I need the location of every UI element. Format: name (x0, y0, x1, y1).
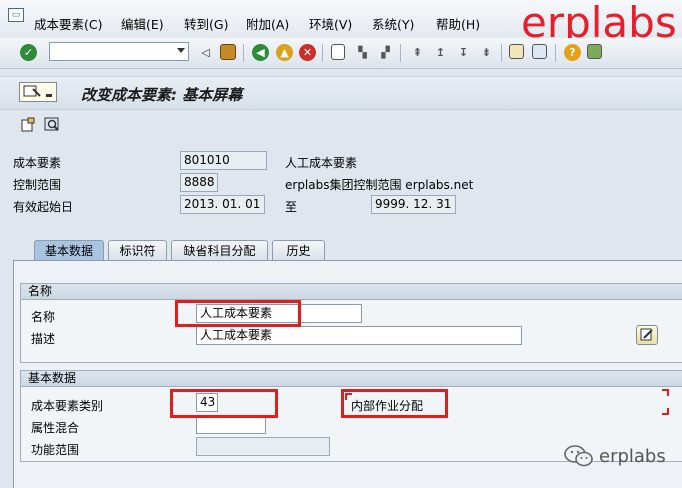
valid-to-field: 9999. 12. 31 (371, 195, 456, 214)
menu-help[interactable]: 帮助(H) (436, 14, 480, 33)
display-change-icon[interactable] (19, 82, 57, 102)
menu-environment[interactable]: 环境(V) (309, 14, 352, 33)
toolbar-separator (400, 44, 401, 62)
toolbar-separator (322, 44, 323, 62)
cost-element-desc: 人工成本要素 (285, 156, 358, 170)
help-icon[interactable]: ? (564, 44, 581, 61)
tab-default-account-assignment[interactable]: 缺省科目分配 (171, 240, 268, 260)
menu-goto[interactable]: 转到(G) (184, 14, 228, 33)
attribute-mix-label: 属性混合 (31, 421, 80, 435)
tab-basic-data[interactable]: 基本数据 (34, 240, 104, 261)
exit-icon[interactable]: ▲ (276, 44, 293, 61)
menu-extras[interactable]: 附加(A) (246, 14, 289, 33)
tab-indicators[interactable]: 标识符 (108, 240, 167, 260)
menu-edit[interactable]: 编辑(E) (121, 14, 164, 33)
names-group: 名称 (20, 283, 682, 363)
shortcut-icon[interactable] (532, 44, 547, 59)
page-title: 改变成本要素: 基本屏幕 (81, 86, 243, 104)
functional-area-label: 功能范围 (31, 443, 80, 457)
valid-to-label: 至 (285, 200, 298, 214)
find-next-icon[interactable]: ▞ (377, 44, 394, 61)
toolbar-separator (243, 44, 244, 62)
cost-element-label: 成本要素 (13, 156, 62, 170)
basic-data-group-title: 基本数据 (21, 371, 682, 387)
save-icon[interactable] (220, 44, 236, 60)
description-label: 描述 (31, 332, 56, 346)
command-field[interactable] (49, 42, 189, 61)
first-page-icon[interactable]: ⇞ (409, 44, 426, 61)
system-menu-icon[interactable]: ▭ (8, 8, 24, 22)
wechat-logo-icon (563, 443, 595, 469)
functional-area-input[interactable] (196, 437, 330, 456)
highlight-box-name (175, 300, 301, 327)
controlling-area-desc: erplabs集团控制范围 erplabs.net (285, 178, 474, 192)
valid-from-label: 有效起始日 (13, 200, 74, 214)
menu-bar: ▭ 成本要素(C) 编辑(E) 转到(G) 附加(A) 环境(V) 系统(Y) … (0, 0, 682, 47)
layout-menu-icon[interactable] (587, 44, 602, 59)
previous-page-icon[interactable]: ↥ (432, 44, 449, 61)
title-bar: 改变成本要素: 基本屏幕 (0, 76, 682, 110)
bracket-mark (662, 389, 669, 396)
print-icon[interactable] (331, 44, 345, 60)
last-page-icon[interactable]: ⇟ (478, 44, 495, 61)
erplabs-watermark-bottom: erplabs (599, 446, 666, 467)
create-session-icon[interactable] (509, 44, 524, 59)
valid-from-field: 2013. 01. 01 (180, 195, 265, 214)
controlling-area-label: 控制范围 (13, 178, 62, 192)
controlling-area-field: 8888 (180, 173, 218, 192)
highlight-box-category-desc (341, 389, 448, 418)
names-group-title: 名称 (21, 284, 682, 300)
chevron-down-icon[interactable] (177, 48, 185, 53)
tab-history[interactable]: 历史 (272, 240, 325, 260)
find-icon[interactable]: ▚ (354, 44, 371, 61)
cost-element-category-label: 成本要素类别 (31, 399, 104, 413)
display-magnifier-icon[interactable] (44, 116, 61, 133)
cost-element-field: 801010 (180, 151, 267, 170)
highlight-box-category (170, 389, 278, 418)
cancel-icon[interactable]: ✕ (299, 44, 316, 61)
toolbar-separator (555, 44, 556, 62)
enter-check-icon[interactable]: ✓ (20, 44, 37, 61)
standard-toolbar: ✓ ◁ ◀ ▲ ✕ ▚ ▞ ⇞ ↥ ↧ ⇟ ? (0, 38, 682, 69)
back-triangle-icon[interactable]: ◁ (197, 44, 214, 61)
application-toolbar (0, 109, 682, 139)
next-page-icon[interactable]: ↧ (455, 44, 472, 61)
bracket-mark (345, 393, 352, 400)
back-icon[interactable]: ◀ (252, 44, 269, 61)
menu-system[interactable]: 系统(Y) (372, 14, 414, 33)
toolbar-separator (501, 44, 502, 62)
name-label: 名称 (31, 310, 56, 324)
other-cost-element-icon[interactable] (20, 116, 37, 133)
menu-cost-element[interactable]: 成本要素(C) (34, 14, 102, 33)
description-input[interactable]: 人工成本要素 (196, 326, 522, 345)
bracket-mark (662, 408, 669, 415)
long-text-edit-icon[interactable] (636, 325, 658, 345)
